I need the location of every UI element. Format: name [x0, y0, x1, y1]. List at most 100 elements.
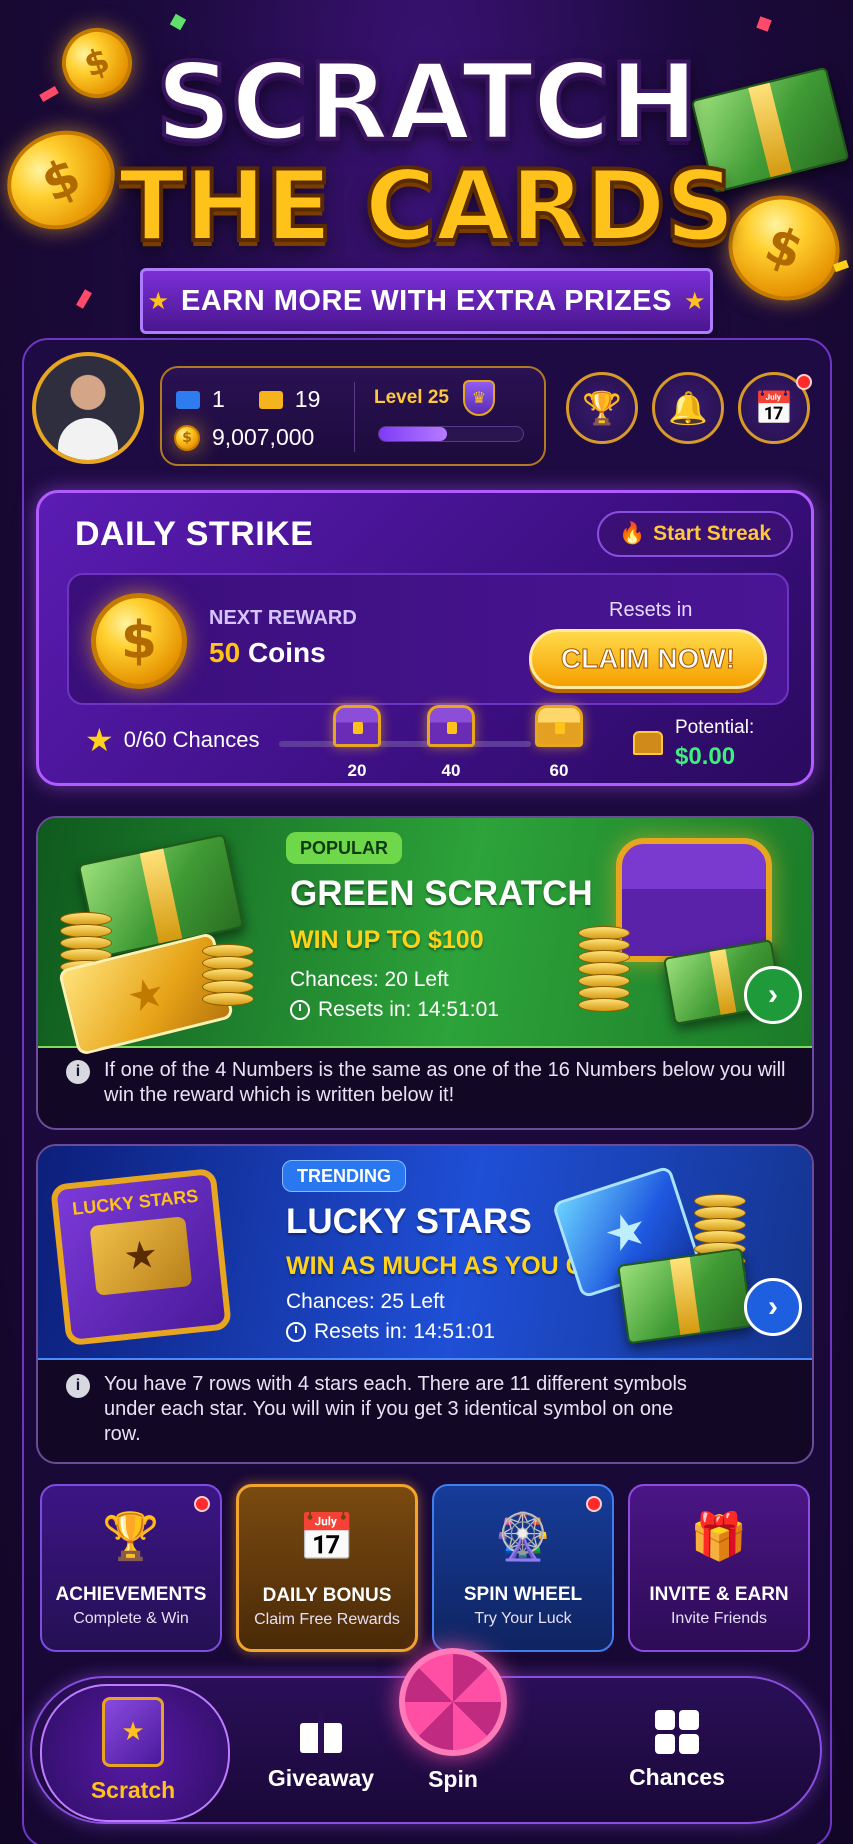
hero-title-line1: SCRATCH — [154, 41, 700, 164]
milestone-label: 20 — [347, 761, 367, 780]
lucky-stars-card-image: LUCKY STARS ★ — [49, 1167, 233, 1347]
daily-bonus-tile[interactable]: 📅 DAILY BONUS Claim Free Rewards — [236, 1484, 418, 1652]
star-icon: ★ — [683, 287, 706, 315]
tile-subtitle: Try Your Luck — [474, 1610, 572, 1627]
level-label: Level 25 — [374, 387, 449, 408]
xp-progress-fill — [379, 427, 447, 441]
nav-spin[interactable]: Spin — [388, 1647, 518, 1822]
chances-text: Chances: 25 Left — [286, 1290, 445, 1313]
tile-subtitle: Claim Free Rewards — [254, 1611, 400, 1628]
card-banner: LUCKY STARS ★ TRENDING LUCKY STARS WIN A… — [38, 1146, 812, 1360]
game-title: GREEN SCRATCH — [290, 874, 593, 913]
divider — [354, 382, 355, 452]
scratch-area-icon: ★ — [89, 1216, 193, 1296]
tile-title: SPIN WHEEL — [463, 1584, 583, 1605]
nav-label: Spin — [428, 1765, 478, 1792]
nav-label: Giveaway — [267, 1764, 375, 1791]
popular-tag: POPULAR — [286, 832, 403, 864]
milestone-chest-20[interactable] — [333, 705, 381, 747]
resets-label: Resets in — [609, 599, 693, 621]
game-info: i You have 7 rows with 4 stars each. The… — [66, 1372, 706, 1447]
chances-label: 0/60 Chances — [123, 727, 260, 752]
gold-ticket-icon — [258, 390, 283, 409]
open-green-scratch-button[interactable]: › — [744, 966, 802, 1024]
avatar[interactable] — [32, 352, 144, 464]
start-streak-button[interactable]: 🔥 Start Streak — [597, 511, 793, 557]
next-reward-box: $ NEXT REWARD 50 Coins Resets in CLAIM N… — [67, 573, 789, 705]
nav-label: Chances — [629, 1763, 725, 1790]
scratch-card-icon: ★ — [102, 1696, 164, 1767]
nav-giveaway[interactable]: Giveaway — [246, 1678, 396, 1822]
game-info: i If one of the 4 Numbers is the same as… — [66, 1058, 786, 1108]
next-reward-label: NEXT REWARD — [209, 607, 357, 629]
milestone-chest-60[interactable] — [535, 705, 583, 747]
confetti — [169, 13, 187, 31]
open-lucky-stars-button[interactable]: › — [744, 1278, 802, 1336]
spin-wheel-icon — [399, 1647, 507, 1756]
confetti — [756, 16, 772, 32]
green-scratch-card[interactable]: ★ POPULAR GREEN SCRATCH WIN UP TO $100 C… — [36, 816, 814, 1130]
game-info-text: If one of the 4 Numbers is the same as o… — [104, 1059, 786, 1106]
potential-label: Potential: — [675, 717, 755, 738]
level-shield-icon: ♛ — [463, 380, 495, 416]
notifications-button[interactable]: 🔔 — [652, 372, 724, 444]
achievements-tile[interactable]: 🏆 ACHIEVEMENTS Complete & Win — [40, 1484, 222, 1652]
notification-dot — [194, 1496, 210, 1512]
avatar-figure — [58, 418, 118, 460]
milestone-label: 60 — [549, 761, 569, 780]
bell-icon: 🔔 — [668, 390, 708, 426]
tickets-row: 1 19 — [176, 386, 320, 413]
gold-ticket-count: 19 — [294, 386, 321, 412]
nav-label: Scratch — [90, 1776, 176, 1803]
trending-tag: TRENDING — [282, 1160, 406, 1192]
tile-subtitle: Complete & Win — [73, 1610, 189, 1627]
coin-stack-image — [202, 944, 254, 1006]
star-icon: ★ — [147, 287, 170, 315]
player-stats: 1 19 $ 9,007,000 Level 25 ♛ — [160, 366, 546, 466]
nav-scratch[interactable]: ★ Scratch — [40, 1678, 230, 1822]
reset-timer-text: Resets in: 14:51:01 — [318, 998, 499, 1021]
card-banner: ★ POPULAR GREEN SCRATCH WIN UP TO $100 C… — [38, 818, 812, 1057]
game-chances: Chances: 20 Left — [290, 968, 449, 992]
dollar-coin-icon: $ — [91, 593, 187, 689]
chances-icon — [655, 1709, 699, 1754]
calendar-check-icon: 📅 — [298, 1510, 356, 1563]
tile-title: ACHIEVEMENTS — [55, 1584, 207, 1605]
coins-row: $ 9,007,000 — [174, 424, 314, 451]
flame-icon: 🔥 — [618, 522, 646, 545]
hero-title-line2: THE CARDS — [116, 150, 737, 264]
daily-strike-title: DAILY STRIKE — [75, 515, 314, 553]
reset-timer-text: Resets in: 14:51:01 — [314, 1320, 495, 1343]
claim-now-button[interactable]: CLAIM NOW! — [529, 629, 767, 689]
tile-title: INVITE & EARN — [649, 1584, 789, 1605]
notification-dot — [586, 1496, 602, 1512]
next-reward-unit: Coins — [247, 637, 326, 668]
gift-icon — [298, 1709, 344, 1755]
coin-icon: $ — [174, 424, 200, 451]
trophy-shield-icon: 🏆 — [102, 1509, 160, 1562]
notification-dot — [796, 374, 812, 390]
nav-chances[interactable]: Chances — [602, 1678, 752, 1822]
spin-wheel-tile[interactable]: 🎡 SPIN WHEEL Try Your Luck — [432, 1484, 614, 1652]
lucky-stars-card[interactable]: LUCKY STARS ★ TRENDING LUCKY STARS WIN A… — [36, 1144, 814, 1464]
info-icon: i — [66, 1060, 90, 1084]
ribbon-text: EARN MORE WITH EXTRA PRIZES — [181, 284, 672, 317]
lucky-stars-card-label: LUCKY STARS — [71, 1185, 200, 1219]
coin-balance: 9,007,000 — [212, 424, 315, 450]
invite-earn-tile[interactable]: 🎁 INVITE & EARN Invite Friends — [628, 1484, 810, 1652]
game-subtitle: WIN UP TO $100 — [290, 926, 484, 954]
chances-counter: ★ 0/60 Chances — [85, 721, 259, 759]
trophy-button[interactable]: 🏆 — [566, 372, 638, 444]
blue-ticket-icon — [176, 390, 200, 409]
cash-stack-image — [617, 1247, 753, 1345]
clock-icon — [286, 1322, 306, 1342]
blue-ticket-count: 1 — [212, 386, 225, 412]
game-reset-timer: Resets in: 14:51:01 — [286, 1320, 495, 1344]
trophy-icon: 🏆 — [582, 390, 622, 426]
milestone-label: 40 — [441, 761, 461, 780]
potential-value: $0.00 — [675, 743, 736, 770]
clock-icon — [290, 1000, 310, 1020]
confetti — [76, 289, 92, 309]
start-streak-label: Start Streak — [653, 522, 772, 545]
milestone-chest-40[interactable] — [427, 705, 475, 747]
